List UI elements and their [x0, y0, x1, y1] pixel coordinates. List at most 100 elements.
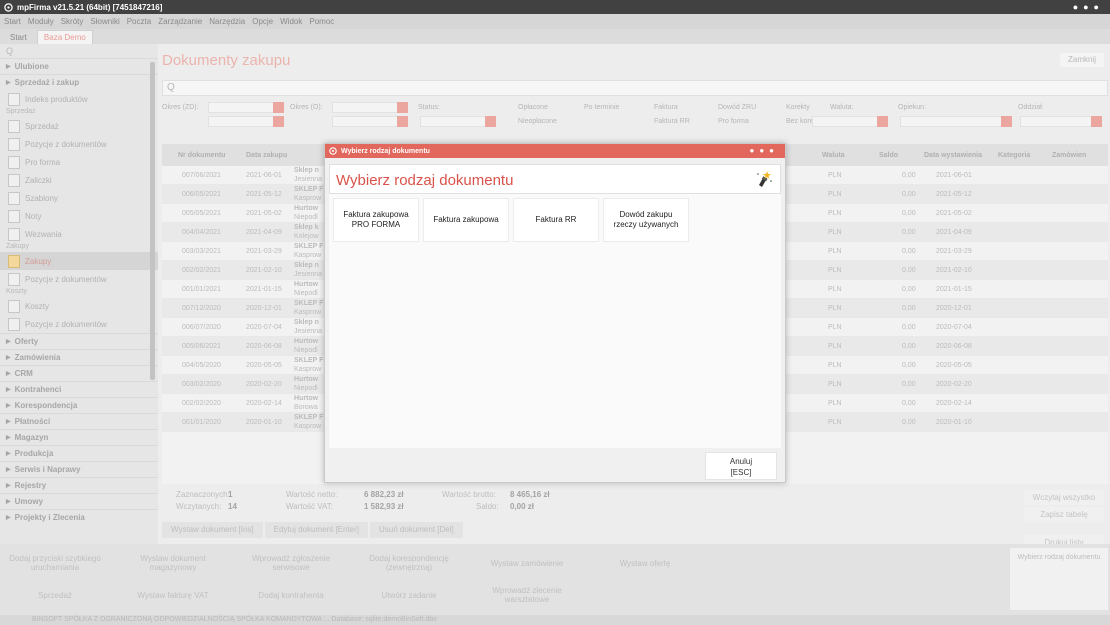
- quick-action-button[interactable]: Wystaw dokument magazynowy: [118, 548, 228, 578]
- tab-baza-demo[interactable]: Baza Demo: [36, 30, 93, 44]
- menu-item[interactable]: Widok: [280, 17, 302, 26]
- sidebar-search-input[interactable]: Q: [0, 44, 158, 58]
- sidebar: Q ▶ Ulubione ▶ Sprzedaż i zakup Indeks produ…: [0, 44, 158, 544]
- col-data-wystawienia[interactable]: Data wystawienia: [924, 152, 982, 159]
- edit-document-button[interactable]: Edytuj dokument [Enter]: [264, 522, 369, 538]
- sidebar-item[interactable]: Pozycje z dokumentów: [0, 270, 158, 288]
- quick-action-button[interactable]: Wystaw ofertę: [590, 548, 700, 578]
- search-input[interactable]: Q: [162, 80, 1108, 96]
- menu-item[interactable]: Zarządzanie: [158, 17, 202, 26]
- sidebar-item[interactable]: Wezwania: [0, 225, 158, 243]
- sidebar-group[interactable]: ▶ Sprzedaż i zakup: [0, 74, 158, 90]
- sidebar-scrollbar[interactable]: [150, 62, 155, 380]
- cell-data-zakupu: 2020-05-05: [246, 362, 282, 369]
- cell-waluta: PLN: [828, 400, 842, 407]
- sidebar-item[interactable]: Noty: [0, 207, 158, 225]
- quick-action-button[interactable]: Utwórz zadanie: [354, 580, 464, 610]
- cell-waluta: PLN: [828, 248, 842, 255]
- col-saldo[interactable]: Saldo: [879, 152, 898, 159]
- delete-document-button[interactable]: Usuń dokument [Del]: [370, 522, 463, 538]
- col-data-zakupu[interactable]: Data zakupu: [246, 152, 287, 159]
- option-faktura-rr[interactable]: Faktura RR: [513, 198, 599, 242]
- sidebar-group[interactable]: ▶ Rejestry: [0, 477, 158, 493]
- menu-item[interactable]: Start: [4, 17, 21, 26]
- menu-item[interactable]: Poczta: [127, 17, 151, 26]
- sidebar-group[interactable]: ▶ CRM: [0, 365, 158, 381]
- window-menu-dots-icon[interactable]: ●●●: [1073, 2, 1104, 12]
- sidebar-item[interactable]: Pro forma: [0, 153, 158, 171]
- quick-action-button[interactable]: Dodaj kontrahenta: [236, 580, 346, 610]
- sidebar-item[interactable]: Szablony: [0, 189, 158, 207]
- sidebar-group[interactable]: ▶ Serwis i Naprawy: [0, 461, 158, 477]
- sidebar-group[interactable]: ▶ Produkcja: [0, 445, 158, 461]
- sidebar-group[interactable]: ▶ Oferty: [0, 333, 158, 349]
- option-faktura-zakupowa-pro-forma[interactable]: Faktura zakupowa PRO FORMA: [333, 198, 419, 242]
- filter-faktura[interactable]: Faktura: [654, 104, 678, 111]
- filter-oplacone[interactable]: Opłacone: [518, 104, 548, 111]
- filter-status-select[interactable]: [420, 116, 496, 127]
- cell-data-zakupu: 2020-02-14: [246, 400, 282, 407]
- sidebar-group[interactable]: ▶ Ulubione: [0, 58, 158, 74]
- cell-waluta: PLN: [828, 305, 842, 312]
- quick-action-button[interactable]: Wystaw fakturę VAT: [118, 580, 228, 610]
- filter-korekty[interactable]: Korekty: [786, 104, 810, 111]
- quick-action-button[interactable]: Dodaj przyciski szybkiego uruchamiania: [0, 548, 110, 578]
- sidebar-group[interactable]: ▶ Umowy: [0, 493, 158, 509]
- filter-nieoplacone[interactable]: Nieopłacone: [518, 118, 557, 125]
- chevron-right-icon: ▶: [6, 435, 11, 441]
- tab-start[interactable]: Start: [4, 31, 33, 44]
- filter-faktura-rr[interactable]: Faktura RR: [654, 118, 690, 125]
- add-document-button[interactable]: Wystaw dokument [Ins]: [162, 522, 263, 538]
- sidebar-group[interactable]: ▶ Kontrahenci: [0, 381, 158, 397]
- filter-okres-zd-to[interactable]: [208, 116, 284, 127]
- col-waluta[interactable]: Waluta: [822, 152, 845, 159]
- dialog-menu-dots-icon[interactable]: ●●●: [750, 146, 780, 155]
- load-all-button[interactable]: Wczytaj wszystko: [1024, 490, 1104, 505]
- quick-action-button[interactable]: Sprzedaż: [0, 580, 110, 610]
- menu-item[interactable]: Pomoc: [309, 17, 334, 26]
- sidebar-group[interactable]: ▶ Korespondencja: [0, 397, 158, 413]
- sidebar-item[interactable]: Pozycje z dokumentów: [0, 135, 158, 153]
- filter-po-terminie[interactable]: Po terminie: [584, 104, 619, 111]
- sidebar-group[interactable]: ▶ Płatności: [0, 413, 158, 429]
- menu-item[interactable]: Narzędzia: [209, 17, 245, 26]
- quick-action-button[interactable]: Wprowadź zlecenie warsztatowe: [472, 580, 582, 610]
- sidebar-item[interactable]: Sprzedaż: [0, 117, 158, 135]
- sidebar-group[interactable]: ▶ Zamówienia: [0, 349, 158, 365]
- cancel-button[interactable]: Anuluj [ESC]: [705, 452, 777, 480]
- col-nr-dokumentu[interactable]: Nr dokumentu: [178, 152, 225, 159]
- menu-item[interactable]: Słowniki: [90, 17, 119, 26]
- col-zamowienie[interactable]: Zamówien: [1052, 152, 1086, 159]
- filter-pro-forma[interactable]: Pro forma: [718, 118, 749, 125]
- sidebar-group[interactable]: ▶ Projekty i Zlecenia: [0, 509, 158, 525]
- quick-action-button[interactable]: Dodaj korespondencję (zewnętrzną): [354, 548, 464, 578]
- filter-okres-zd-from[interactable]: [208, 102, 284, 113]
- sidebar-item[interactable]: Zakupy: [0, 252, 158, 270]
- menu-item[interactable]: Skróty: [61, 17, 84, 26]
- filter-okres-o-label: Okres (O):: [290, 104, 323, 111]
- quick-action-button[interactable]: Wystaw zamówienie: [472, 548, 582, 578]
- filter-waluta-select[interactable]: [812, 116, 888, 127]
- document-icon: [8, 227, 20, 241]
- sidebar-group[interactable]: ▶ Magazyn: [0, 429, 158, 445]
- sidebar-item[interactable]: Zaliczki: [0, 171, 158, 189]
- quick-panel-preview[interactable]: Wybierz rodzaj dokumentu: [1010, 548, 1108, 610]
- filter-okres-o-to[interactable]: [332, 116, 408, 127]
- sidebar-item[interactable]: Koszty: [0, 297, 158, 315]
- close-button[interactable]: Zamknij: [1060, 53, 1104, 67]
- save-table-button[interactable]: Zapisz tabelę: [1024, 507, 1104, 522]
- option-faktura-zakupowa[interactable]: Faktura zakupowa: [423, 198, 509, 242]
- sidebar-item[interactable]: Pozycje z dokumentów: [0, 315, 158, 333]
- cell-data-wystawienia: 2021-02-10: [936, 267, 972, 274]
- filter-oddzial-select[interactable]: [1020, 116, 1102, 127]
- sidebar-item[interactable]: Indeks produktów: [0, 90, 158, 108]
- menu-item[interactable]: Opcje: [252, 17, 273, 26]
- app-logo-icon: [4, 2, 13, 12]
- option-dowod-zakupu-rzeczy-uzywanych[interactable]: Dowód zakupu rzeczy używanych: [603, 198, 689, 242]
- quick-action-button[interactable]: Wprowadź zgłoszenie serwisowe: [236, 548, 346, 578]
- col-kategoria[interactable]: Kategoria: [998, 152, 1030, 159]
- menu-item[interactable]: Moduły: [28, 17, 54, 26]
- filter-opiekun-select[interactable]: [900, 116, 1012, 127]
- filter-dowod-zru[interactable]: Dowód ZRU: [718, 104, 756, 111]
- filter-okres-o-from[interactable]: [332, 102, 408, 113]
